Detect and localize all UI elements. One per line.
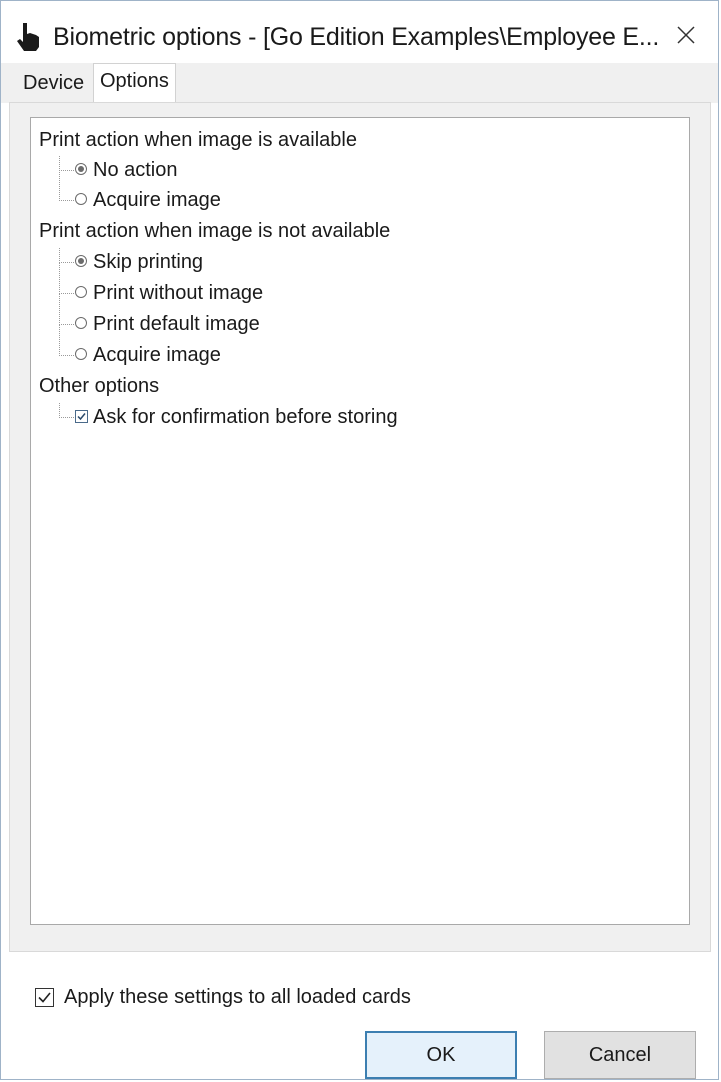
tree-group-header: Print action when image is not available [39, 220, 391, 242]
radio-button[interactable] [75, 286, 87, 298]
radio-button-checked[interactable] [75, 255, 87, 267]
apply-all-label: Apply these settings to all loaded cards [64, 986, 411, 1008]
tree-connector [59, 263, 74, 294]
tree-connector [59, 403, 74, 418]
tree-item-label: No action [93, 159, 178, 181]
tree-connector [59, 248, 74, 263]
close-icon [677, 26, 695, 44]
tree-item-label: Acquire image [93, 344, 221, 366]
tree-item-label: Print without image [93, 282, 264, 304]
tree-connector [59, 325, 74, 356]
biometric-options-dialog: Biometric options - [Go Edition Examples… [0, 0, 719, 1080]
options-tab-page: Print action when image is available No … [9, 102, 711, 952]
apply-all-checkbox-box[interactable] [35, 988, 54, 1007]
ok-button[interactable]: OK [365, 1031, 517, 1079]
tab-options[interactable]: Options [93, 63, 176, 104]
radio-button[interactable] [75, 193, 87, 205]
tree-group-header: Print action when image is available [39, 129, 357, 151]
tree-connector [59, 156, 74, 171]
tree-item-label: Ask for confirmation before storing [93, 406, 398, 428]
checkbox-checked[interactable] [75, 410, 88, 423]
hand-pointer-icon [13, 21, 45, 53]
tree-item-label: Acquire image [93, 189, 221, 211]
tree-connector [59, 170, 74, 201]
tab-strip: Device Options [1, 63, 718, 104]
window-title: Biometric options - [Go Edition Examples… [53, 23, 660, 51]
cancel-button[interactable]: Cancel [544, 1031, 696, 1079]
close-button[interactable] [664, 15, 708, 55]
tab-device[interactable]: Device [17, 67, 90, 101]
tree-connector [59, 294, 74, 325]
radio-button[interactable] [75, 317, 87, 329]
checkmark-icon [77, 413, 86, 421]
title-bar: Biometric options - [Go Edition Examples… [1, 1, 718, 63]
radio-button[interactable] [75, 348, 87, 360]
tree-item-label: Print default image [93, 313, 260, 335]
radio-button-checked[interactable] [75, 163, 87, 175]
tree-item-label: Skip printing [93, 251, 204, 273]
tree-group-header: Other options [39, 375, 160, 397]
checkmark-icon [38, 992, 51, 1003]
options-tree: Print action when image is available No … [30, 117, 690, 925]
